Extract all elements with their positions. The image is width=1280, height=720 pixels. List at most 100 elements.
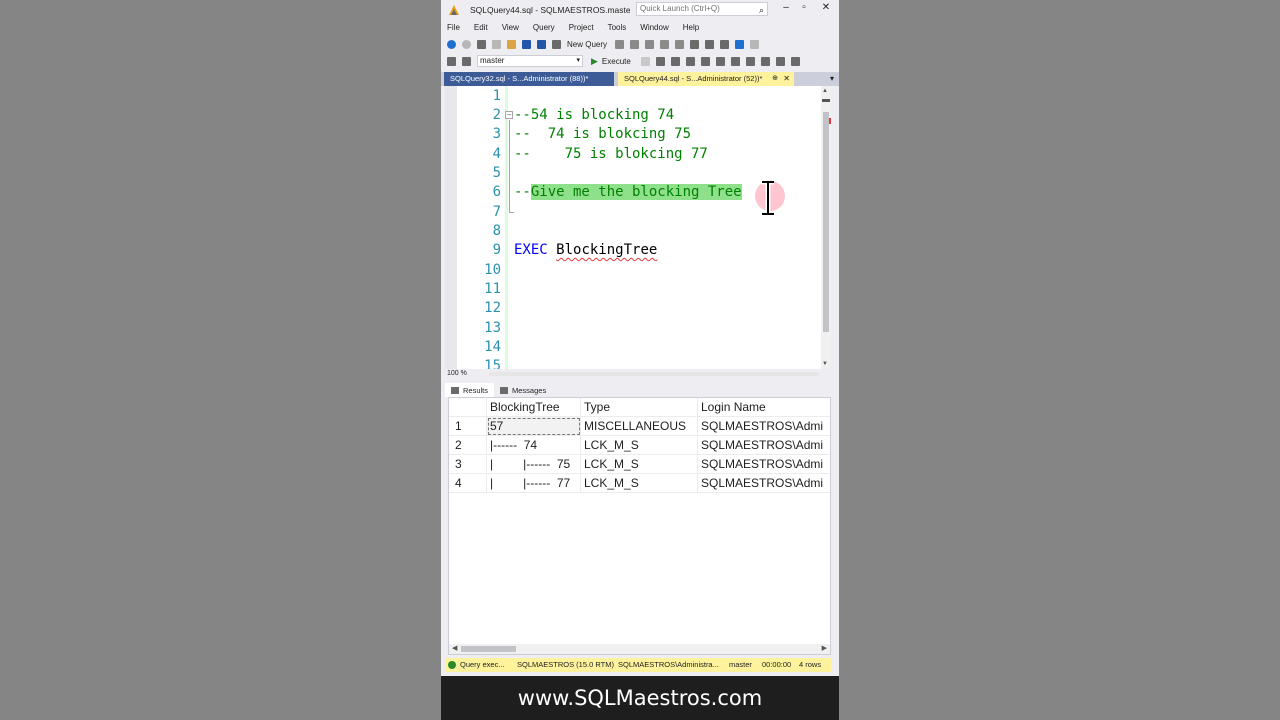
server-version: SQLMAESTROS (15.0 RTM) xyxy=(517,660,614,669)
dax-query-icon[interactable] xyxy=(660,39,670,49)
paste-icon[interactable] xyxy=(720,39,730,49)
success-check-icon xyxy=(448,661,456,669)
execute-label: Execute xyxy=(601,56,631,66)
results-grid[interactable]: BlockingTree Type Login Name 1 57 MISCEL… xyxy=(448,397,831,655)
query-editor[interactable]: 1 2 3 4 5 6 7 8 9 10 11 12 13 14 15 − --… xyxy=(445,86,831,369)
analysis-query-icon[interactable] xyxy=(675,39,685,49)
close-window-button[interactable]: ✕ xyxy=(819,2,833,13)
column-header-blockingtree[interactable]: BlockingTree xyxy=(487,398,581,417)
table-row[interactable]: 3 | |------ 75 LCK_M_S SQLMAESTROS\Admi xyxy=(449,455,830,474)
open-file-icon[interactable] xyxy=(507,39,516,49)
grid-cell[interactable]: |------ 74 xyxy=(487,436,581,455)
close-tab-icon[interactable]: ✕ xyxy=(783,72,790,86)
menu-window[interactable]: Window xyxy=(640,23,668,32)
scroll-up-icon[interactable]: ▲ xyxy=(822,88,828,94)
tab-messages[interactable]: Messages xyxy=(494,383,552,397)
column-header-login-name[interactable]: Login Name xyxy=(698,398,830,417)
redo-icon[interactable] xyxy=(750,39,760,49)
grid-cell[interactable]: LCK_M_S xyxy=(581,455,698,474)
grid-cell[interactable]: | |------ 77 xyxy=(487,474,581,493)
results-to-text-icon[interactable] xyxy=(760,56,770,66)
grid-cell[interactable]: MISCELLANEOUS xyxy=(581,417,698,436)
editor-horizontal-scrollbar[interactable] xyxy=(489,372,819,376)
grid-header-row: BlockingTree Type Login Name xyxy=(449,398,830,417)
collapse-region-icon[interactable]: − xyxy=(505,111,513,119)
new-project-icon[interactable] xyxy=(477,39,486,49)
grid-cell[interactable]: LCK_M_S xyxy=(581,436,698,455)
menu-help[interactable]: Help xyxy=(683,23,699,32)
menu-file[interactable]: File xyxy=(447,23,460,32)
menu-view[interactable]: View xyxy=(502,23,519,32)
dmx-query-icon[interactable] xyxy=(630,39,640,49)
intellisense-icon[interactable] xyxy=(700,56,710,66)
execute-button[interactable]: ▶ Execute xyxy=(591,56,631,67)
include-plan-icon[interactable] xyxy=(715,56,725,66)
connect-icon[interactable] xyxy=(447,56,456,66)
restore-button[interactable]: ▫ xyxy=(797,2,811,13)
new-query-button[interactable]: New Query xyxy=(567,40,607,49)
save-icon[interactable] xyxy=(522,39,531,49)
back-icon[interactable] xyxy=(447,39,456,49)
scroll-thumb[interactable] xyxy=(823,112,829,332)
grid-cell[interactable]: | |------ 75 xyxy=(487,455,581,474)
grid-cell[interactable]: SQLMAESTROS\Admi xyxy=(698,417,830,436)
xmla-query-icon[interactable] xyxy=(645,39,655,49)
mdx-query-icon[interactable] xyxy=(615,39,625,49)
row-number[interactable]: 2 xyxy=(449,436,487,455)
table-row[interactable]: 1 57 MISCELLANEOUS SQLMAESTROS\Admi xyxy=(449,417,830,436)
add-item-icon[interactable] xyxy=(492,39,501,49)
splitter-icon[interactable] xyxy=(822,99,830,102)
grid-cell[interactable]: SQLMAESTROS\Admi xyxy=(698,474,830,493)
grid-cell[interactable]: LCK_M_S xyxy=(581,474,698,493)
query-designer-icon[interactable] xyxy=(685,56,695,66)
column-header-type[interactable]: Type xyxy=(581,398,698,417)
minimize-button[interactable]: – xyxy=(779,2,793,13)
table-row[interactable]: 4 | |------ 77 LCK_M_S SQLMAESTROS\Admi xyxy=(449,474,830,493)
forward-icon[interactable] xyxy=(462,39,471,49)
grid-cell[interactable]: SQLMAESTROS\Admi xyxy=(698,436,830,455)
scroll-right-icon[interactable]: ▶ xyxy=(822,644,827,652)
menu-query[interactable]: Query xyxy=(533,23,555,32)
cut-icon[interactable] xyxy=(690,39,700,49)
grid-cell[interactable]: SQLMAESTROS\Admi xyxy=(698,455,830,474)
tab-sqlquery32[interactable]: SQLQuery32.sql - S...Administrator (88))… xyxy=(444,72,614,86)
website-banner: www.SQLMaestros.com xyxy=(441,676,839,720)
menu-project[interactable]: Project xyxy=(569,23,594,32)
undo-icon[interactable] xyxy=(735,39,745,49)
menu-edit[interactable]: Edit xyxy=(474,23,488,32)
row-number[interactable]: 1 xyxy=(449,417,487,436)
client-stats-icon[interactable] xyxy=(745,56,755,66)
copy-icon[interactable] xyxy=(705,39,715,49)
left-letterbox xyxy=(0,0,441,720)
new-query-icon[interactable] xyxy=(552,39,561,49)
row-number[interactable]: 4 xyxy=(449,474,487,493)
standard-toolbar: New Query xyxy=(441,36,839,52)
change-connection-icon[interactable] xyxy=(462,56,471,66)
row-number[interactable]: 3 xyxy=(449,455,487,474)
zoom-level[interactable]: 100 % xyxy=(447,370,467,377)
tab-dropdown-icon[interactable]: ▾ xyxy=(830,72,834,86)
parse-icon[interactable] xyxy=(655,56,665,66)
messages-icon xyxy=(500,386,509,394)
database-select[interactable]: master xyxy=(477,55,583,67)
menu-tools[interactable]: Tools xyxy=(608,23,627,32)
scroll-thumb[interactable] xyxy=(461,646,516,652)
stop-icon[interactable] xyxy=(640,56,650,66)
editor-vertical-scrollbar[interactable]: ▲ ▼ xyxy=(821,86,831,369)
grid-cell[interactable]: 57 xyxy=(487,417,581,436)
results-to-file-icon[interactable] xyxy=(790,56,800,66)
table-row[interactable]: 2 |------ 74 LCK_M_S SQLMAESTROS\Admi xyxy=(449,436,830,455)
line-number: 4 xyxy=(492,146,501,162)
tab-sqlquery44[interactable]: SQLQuery44.sql - S...Administrator (52))… xyxy=(618,72,794,86)
display-plan-icon[interactable] xyxy=(670,56,680,66)
right-letterbox xyxy=(839,0,1280,720)
scroll-down-icon[interactable]: ▼ xyxy=(822,361,828,367)
grid-horizontal-scrollbar[interactable]: ◀ ▶ xyxy=(449,644,830,654)
scroll-left-icon[interactable]: ◀ xyxy=(452,644,457,652)
tab-results[interactable]: Results xyxy=(445,383,495,397)
save-all-icon[interactable] xyxy=(537,39,546,49)
quick-launch-input[interactable]: Quick Launch (Ctrl+Q) ⌕ xyxy=(636,2,768,16)
results-to-grid-icon[interactable] xyxy=(775,56,785,66)
pin-icon[interactable]: ⊕ xyxy=(772,72,778,86)
live-stats-icon[interactable] xyxy=(730,56,740,66)
